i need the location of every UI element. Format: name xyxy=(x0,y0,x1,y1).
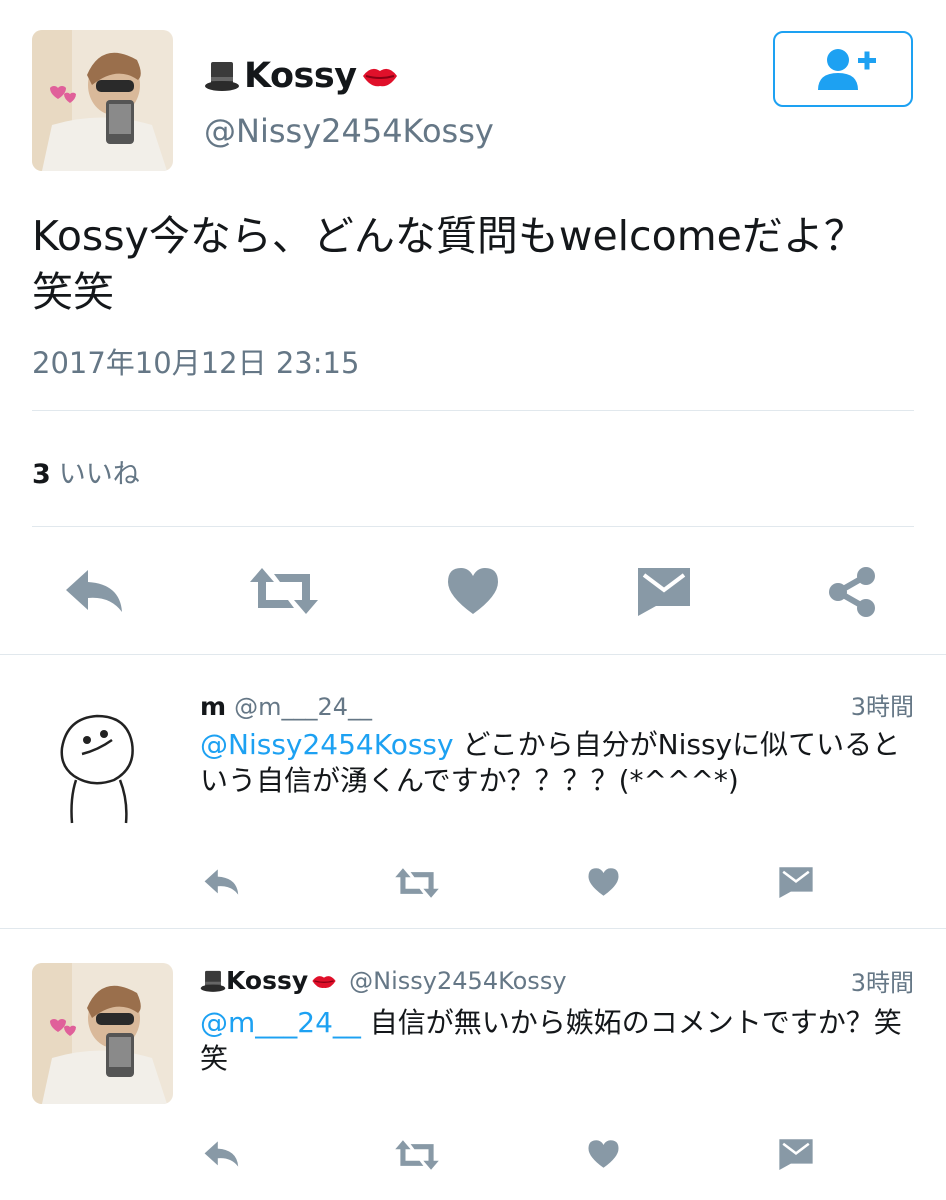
likes-count[interactable]: 3 いいね xyxy=(32,452,140,491)
reply-mention[interactable]: @Nissy2454Kossy xyxy=(200,728,454,761)
reply-button[interactable] xyxy=(203,867,241,901)
reply-avatar[interactable] xyxy=(32,688,173,829)
top-hat-icon xyxy=(205,62,239,91)
reply-text-line: いう自信が湧くんですか？？？？(*^^^*) xyxy=(200,764,739,797)
reply-icon xyxy=(204,1141,239,1167)
like-button[interactable] xyxy=(587,867,620,901)
retweet-icon xyxy=(395,1140,439,1170)
reply-time[interactable]: 3時間 xyxy=(851,963,914,998)
reply-text: @m___24__ 自信が無いから嫉妬のコメントですか？笑 笑 xyxy=(200,1005,915,1077)
reply-button[interactable] xyxy=(64,566,126,620)
tweet-text-line: Kossy今なら、どんな質問もwelcomeだよ？ xyxy=(32,212,865,260)
reply-author[interactable]: m @m___24__ xyxy=(200,692,372,721)
like-button[interactable] xyxy=(587,1139,620,1173)
likes-number: 3 xyxy=(32,459,51,490)
divider xyxy=(32,410,914,411)
reply-handle: @m___24__ xyxy=(234,693,372,721)
reply-handle: @Nissy2454Kossy xyxy=(349,966,567,995)
reply-display-name: m xyxy=(200,692,227,721)
reply-tweet[interactable]: m @m___24__ 3時間 @Nissy2454Kossy どこから自分がNi… xyxy=(0,655,946,927)
lips-icon xyxy=(362,68,397,87)
envelope-icon xyxy=(638,568,690,616)
heart-icon xyxy=(588,868,619,896)
direct-message-button[interactable] xyxy=(778,866,814,902)
retweet-icon xyxy=(250,568,318,614)
envelope-icon xyxy=(779,867,813,898)
likes-label: いいね xyxy=(58,459,140,490)
retweet-button[interactable] xyxy=(394,1139,440,1175)
tweet-text: Kossy今なら、どんな質問もwelcomeだよ？ 笑笑 xyxy=(32,208,922,320)
author-handle[interactable]: @Nissy2454Kossy xyxy=(204,112,494,150)
tweet-text-line: 笑笑 xyxy=(32,268,114,316)
reply-header: m @m___24__ 3時間 xyxy=(200,687,914,722)
follow-button[interactable] xyxy=(773,31,913,107)
author-name[interactable]: Kossy xyxy=(204,56,399,96)
author-display-name: Kossy xyxy=(244,56,357,96)
retweet-button[interactable] xyxy=(248,566,320,620)
reply-text-line: どこから自分がNissyに似ていると xyxy=(453,728,901,761)
author-avatar[interactable] xyxy=(32,30,173,171)
reply-icon xyxy=(66,570,122,612)
top-hat-icon xyxy=(200,970,226,992)
reply-display-name: Kossy xyxy=(226,966,309,995)
share-icon xyxy=(829,567,875,617)
reply-avatar[interactable] xyxy=(32,963,173,1104)
reply-tweet[interactable]: Kossy @Nissy2454Kossy 3時間 @m___24__ 自信が無… xyxy=(0,929,946,1200)
heart-icon xyxy=(588,1140,619,1168)
lips-icon xyxy=(312,975,336,988)
like-button[interactable] xyxy=(446,566,500,620)
envelope-icon xyxy=(779,1139,813,1170)
follow-user-plus-icon xyxy=(818,49,876,90)
reply-time[interactable]: 3時間 xyxy=(851,687,914,722)
divider xyxy=(32,526,914,527)
direct-message-button[interactable] xyxy=(636,566,692,620)
direct-message-button[interactable] xyxy=(778,1138,814,1174)
reply-icon xyxy=(204,869,239,895)
retweet-button[interactable] xyxy=(394,867,440,903)
retweet-icon xyxy=(395,868,439,898)
reply-text-line: 自信が無いから嫉妬のコメントですか？笑 xyxy=(360,1006,902,1039)
share-button[interactable] xyxy=(826,566,878,622)
reply-author[interactable]: Kossy @Nissy2454Kossy xyxy=(200,966,567,995)
reply-text: @Nissy2454Kossy どこから自分がNissyに似ていると いう自信が… xyxy=(200,727,915,799)
reply-text-line: 笑 xyxy=(200,1042,229,1075)
tweet-timestamp[interactable]: 2017年10月12日 23:15 xyxy=(32,340,359,382)
reply-button[interactable] xyxy=(203,1139,241,1173)
reply-header: Kossy @Nissy2454Kossy 3時間 xyxy=(200,963,914,998)
heart-icon xyxy=(448,568,498,614)
reply-mention[interactable]: @m___24__ xyxy=(200,1006,361,1039)
